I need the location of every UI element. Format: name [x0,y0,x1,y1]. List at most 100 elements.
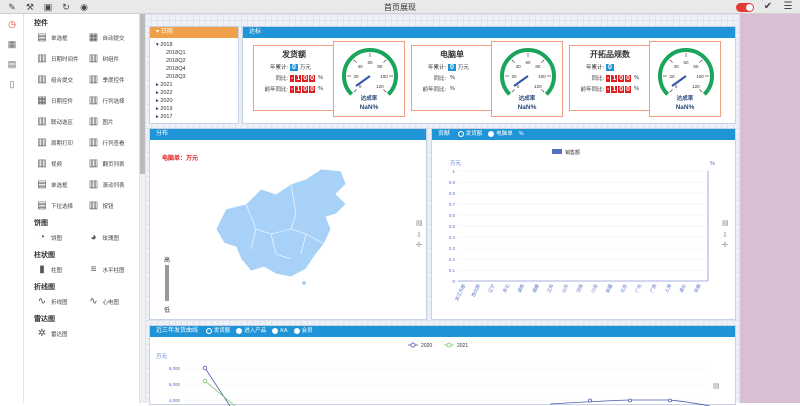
radio[interactable] [272,327,279,334]
tree-node[interactable]: ▸ 2020 [156,97,232,105]
component-item[interactable]: ▤ 单选框 [36,30,88,46]
component-item[interactable]: ≡ 水平柱图 [88,262,140,278]
component-item[interactable]: ▥ 树组件 [88,51,140,67]
component-label: 日期控件 [51,99,74,105]
doc-icon[interactable]: ▤ [713,382,720,390]
component-item[interactable]: ▥ 组合提交 [36,72,88,88]
y-tick-label: 0.9 [449,180,456,185]
radio[interactable] [293,327,300,334]
component-icon: ✲ [37,328,47,339]
tab-option[interactable]: KA [272,326,288,337]
component-grid: ▤ 单选框 ▦ 自动提交 ▥ 日期时间件 ▥ 树组件 ▥ 组合提交 ▥ 季度控件 ▦ 日期控件 ▥ 行列选择 ▥… [24,30,139,214]
digit: 0 [625,74,632,82]
component-item[interactable]: ▥ 行列查看 [88,135,140,151]
clock-icon[interactable]: ◷ [0,14,24,34]
download-icon[interactable]: ⇩ [722,231,728,239]
component-item[interactable]: ▥ 滚动列表 [88,177,140,193]
component-item[interactable]: ▦ 日期控件 [36,93,88,109]
kpi-title: 发货额 [282,50,306,59]
kpi-row-label: 年累计: [427,65,446,71]
legend-gradient-bar[interactable] [165,265,169,301]
gauge-value: NaN% [359,104,379,111]
y-tick-label: 4,000 [169,398,181,403]
gauge-tick-label: 120 [692,84,700,89]
tree-node[interactable]: ▸ 2022 [156,89,232,97]
component-item[interactable]: ▥ 按钮 [88,198,140,214]
gauge-tick-label: 20 [669,74,675,79]
point-2021[interactable] [202,378,208,384]
legend-marker[interactable] [410,342,416,348]
tree-node[interactable]: ▸ 2019 [156,105,232,113]
kpi-row-label: 前年同比: [580,87,604,93]
radio[interactable] [488,130,495,137]
y-tick-label: 0.7 [449,202,456,207]
tab-option[interactable]: 进入产品 [236,326,266,337]
component-item[interactable]: ◔ 饼图 [36,230,88,246]
tree-node[interactable]: ▾ 2018 [156,41,232,49]
download-icon[interactable]: ⇩ [416,231,422,239]
tree-child[interactable]: 2018Q4 [156,65,232,73]
tab-option[interactable]: 发货额 [205,326,230,337]
move-icon[interactable]: ✢ [416,241,422,249]
component-item[interactable]: ◕ 玫瑰图 [88,230,140,246]
component-item[interactable]: ▥ 周期打印 [36,135,88,151]
y-tick-label: 0.8 [449,191,456,196]
check-icon[interactable]: ✔ [762,1,774,13]
grid-icon[interactable]: ▦ [0,34,24,54]
doc-icon[interactable]: ▤ [416,219,423,227]
radio[interactable] [236,327,243,334]
tree-child[interactable]: 2018Q2 [156,57,232,65]
component-item[interactable]: ▦ 自动提交 [88,30,140,46]
digit: 0 [309,74,316,82]
move-icon[interactable]: ✢ [722,241,728,249]
component-item[interactable]: ▥ 图片 [88,114,140,130]
component-panel: 控件 ▤ 单选框 ▦ 自动提交 ▥ 日期时间件 ▥ 树组件 ▥ 组合提交 ▥ 季度控件 ▦ 日期控件 ▥ 行列选… [24,14,140,403]
component-item[interactable]: ▮ 柱图 [36,262,88,278]
component-item[interactable]: ∿ 心电图 [88,294,140,310]
component-item[interactable]: ▥ 视频 [36,156,88,172]
component-item[interactable]: ✲ 雷达图 [36,326,88,342]
component-item[interactable]: ▥ 行列选择 [88,93,140,109]
tab-option[interactable]: 会员 [293,326,313,337]
tree-node[interactable]: ▸ 2021 [156,81,232,89]
tree-node-label: 2019 [160,106,173,112]
tree-node[interactable]: ▸ 2017 [156,113,232,121]
tree-child[interactable]: 2018Q1 [156,49,232,57]
page-icon[interactable]: ▯ [0,74,24,94]
mode-toggle[interactable] [736,2,754,12]
digit: 1 [611,74,618,82]
point-2020[interactable] [588,398,592,403]
gauge-tick-label: 100 [538,74,546,79]
component-item[interactable]: ▥ 季度控件 [88,72,140,88]
component-item[interactable]: ▥ 翻页列表 [88,156,140,172]
settings-icon[interactable]: ☰ [782,1,794,13]
tab-option[interactable]: 发货额 [457,129,482,140]
kpi-box: 发货额 年累计: 0 万元 同比: -1 0 0% 前年同比: -1 0 0% [253,45,335,111]
radio[interactable] [205,327,212,334]
kpi-card: 达标 发货额 年累计: 0 万元 同比: -1 0 0% 前年同比: -1 0 0% 0 20 40 60 80… [242,26,736,124]
point-2020[interactable] [668,398,672,403]
tab-option[interactable]: 电脑单 [488,129,513,140]
point-2020[interactable] [202,365,208,371]
component-icon: ◕ [90,232,97,243]
component-icon: ◔ [38,232,46,243]
component-label: 玫瑰图 [102,236,120,242]
doc-icon[interactable]: ▤ [722,219,729,227]
gauge-box: 0 20 40 60 80 100 120 达成率 NaN% [491,41,563,117]
component-item[interactable]: ▥ 联动选区 [36,114,88,130]
china-map[interactable] [196,159,366,299]
component-item[interactable]: ▥ 日期时间件 [36,51,88,67]
component-item[interactable]: ▤ 单选框 [36,177,88,193]
gauge-value: NaN% [675,104,695,111]
gauge-box: 0 20 40 60 80 100 120 达成率 NaN% [333,41,405,117]
tree-child[interactable]: 2018Q3 [156,73,232,81]
component-item[interactable]: ∿ 折线图 [36,294,88,310]
legend-marker[interactable] [446,342,452,348]
kpi-row-label: 前年同比: [422,87,446,93]
radio[interactable] [457,130,464,137]
component-label: 滚动列表 [102,183,125,189]
component-item[interactable]: ▤ 下拉选择 [36,198,88,214]
point-2020[interactable] [628,398,632,403]
layout-icon[interactable]: ▤ [0,54,24,74]
date-tree: ▾ 2018 2018Q1 2018Q2 2018Q4 2018Q3 ▸ 2021 ▸ 20… [150,38,238,124]
